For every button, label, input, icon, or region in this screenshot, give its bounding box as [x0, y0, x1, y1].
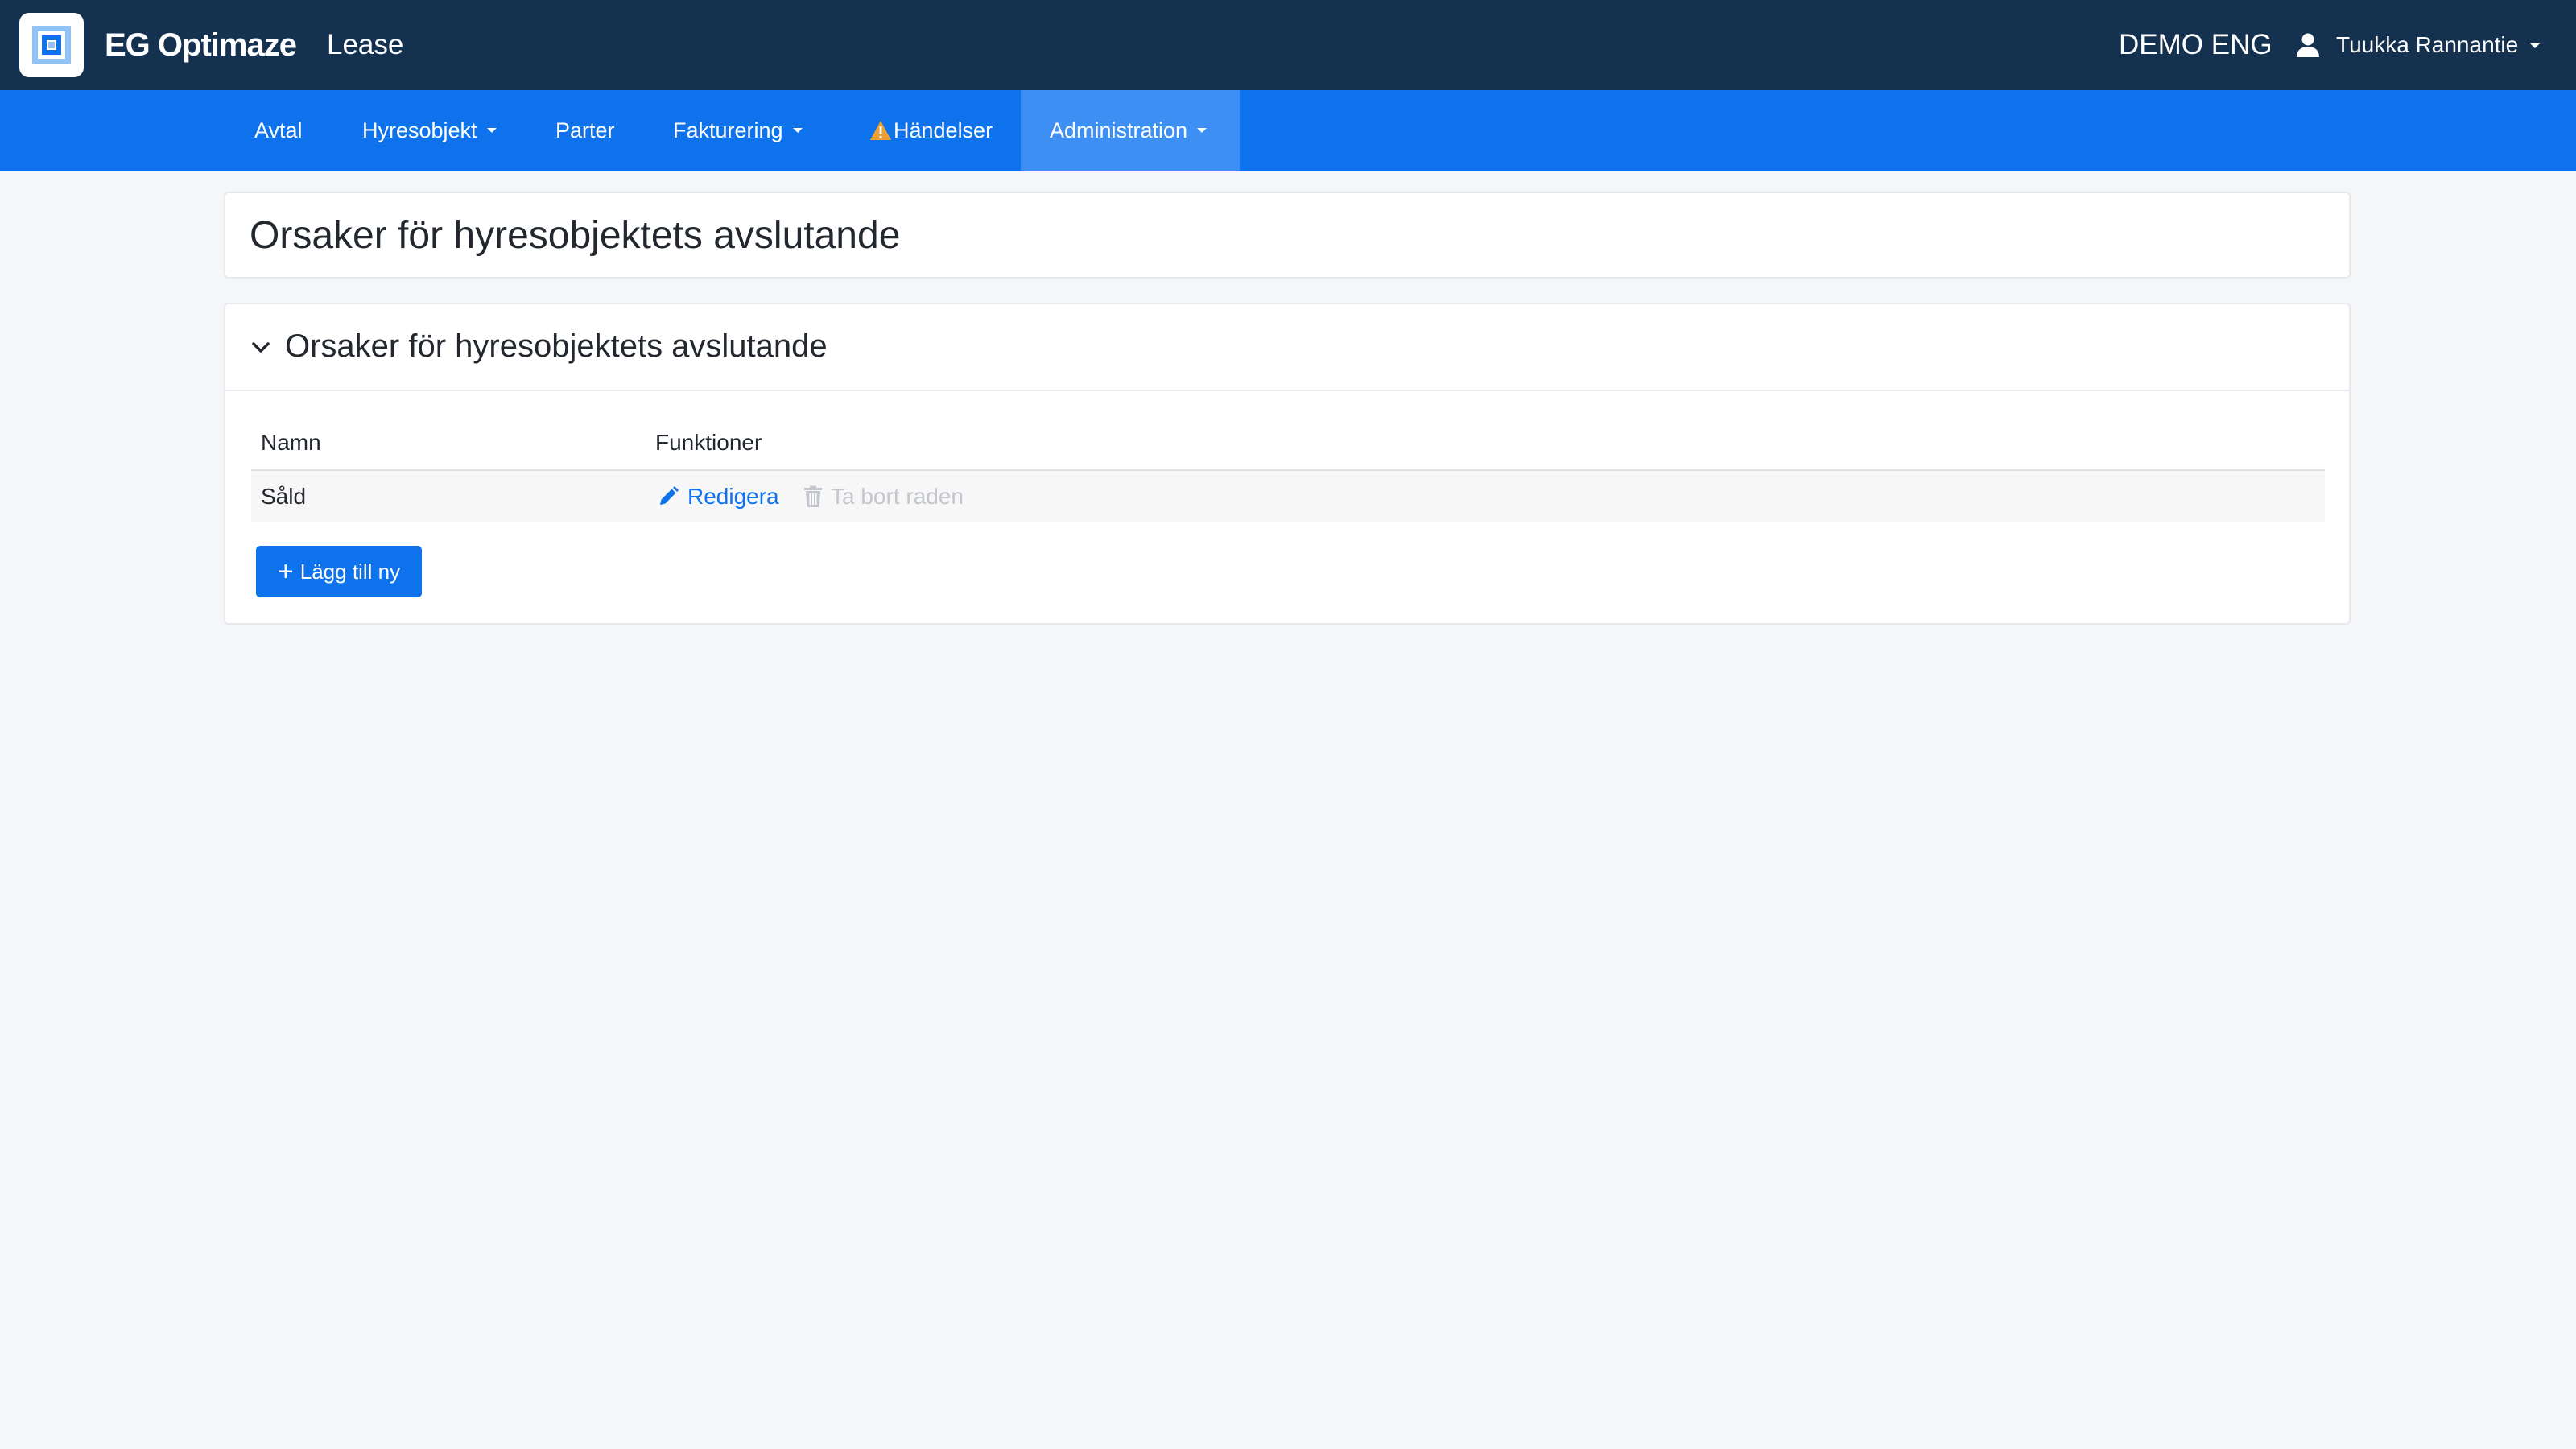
edit-button[interactable]: Redigera [657, 479, 779, 514]
nav-item-label: Händelser [894, 118, 993, 142]
nav-item-label: Parter [555, 118, 615, 142]
nav-item-handelser[interactable]: Händelser [869, 90, 993, 171]
section-header[interactable]: Orsaker för hyresobjektets avslutande [225, 304, 2349, 391]
nav-item-avtal[interactable]: Avtal [254, 90, 303, 171]
nav-item-label: Fakturering [673, 118, 783, 142]
chevron-down-icon[interactable] [250, 336, 272, 359]
app-logo-icon[interactable] [19, 13, 84, 77]
chevron-down-icon [1197, 128, 1208, 133]
warning-icon [870, 121, 891, 140]
column-header-funktioner: Funktioner [655, 430, 762, 455]
page-title: Orsaker för hyresobjektets avslutande [250, 214, 901, 257]
chevron-down-icon [486, 128, 497, 133]
chevron-down-icon [2529, 42, 2541, 48]
nav-item-fakturering[interactable]: Fakturering [673, 90, 803, 171]
app-name[interactable]: EG Optimaze [105, 24, 297, 66]
main-nav: Avtal Hyresobjekt Parter Fakturering Hän… [0, 90, 2576, 171]
table-row: Såld Redigera Ta bort raden [251, 471, 2325, 522]
tenant-name: DEMO ENG [2119, 29, 2273, 60]
user-icon [2297, 33, 2319, 57]
delete-label: Ta bort raden [831, 484, 964, 509]
chevron-down-icon [792, 128, 803, 133]
add-new-button[interactable]: + Lägg till ny [256, 546, 422, 597]
reasons-section: Orsaker för hyresobjektets avslutande [224, 303, 2351, 625]
nav-item-administration[interactable]: Administration [1021, 90, 1240, 171]
trash-icon [804, 485, 822, 507]
top-header: EG Optimaze Lease DEMO ENG Tuukka Rannan… [0, 0, 2576, 90]
column-header-namn: Namn [261, 430, 321, 455]
row-name: Såld [261, 484, 307, 509]
add-new-label: Lägg till ny [299, 559, 401, 584]
module-name: Lease [327, 29, 404, 60]
edit-label: Redigera [687, 484, 779, 509]
section-title: Orsaker för hyresobjektets avslutande [285, 328, 828, 364]
nav-item-parter[interactable]: Parter [555, 90, 615, 171]
nav-item-label: Administration [1050, 118, 1188, 142]
delete-row-button[interactable]: Ta bort raden [803, 479, 964, 514]
nav-item-label: Avtal [254, 118, 303, 142]
pencil-icon [660, 486, 679, 505]
user-name: Tuukka Rannantie [2336, 32, 2519, 57]
page-title-panel: Orsaker för hyresobjektets avslutande [224, 192, 2351, 279]
nav-item-label: Hyresobjekt [362, 118, 477, 142]
user-menu[interactable]: Tuukka Rannantie [2296, 26, 2541, 64]
plus-icon: + [277, 556, 294, 587]
nav-item-hyresobjekt[interactable]: Hyresobjekt [362, 90, 497, 171]
